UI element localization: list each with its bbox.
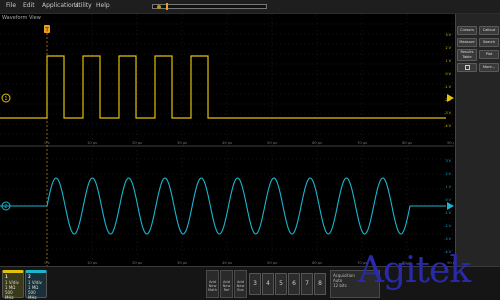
time-tick-label: 50 µs bbox=[267, 261, 277, 265]
scale-label: 2 V bbox=[445, 172, 451, 176]
time-tick-label: 10 µs bbox=[87, 141, 97, 145]
ch2-waveform bbox=[0, 177, 446, 235]
channel-3-button[interactable]: 3 bbox=[249, 273, 261, 295]
time-tick-label: 90 µs bbox=[447, 141, 454, 145]
time-axis-labels: 0 s0 s10 µs10 µs20 µs20 µs30 µs30 µs40 µ… bbox=[44, 141, 454, 265]
time-tick-label: 80 µs bbox=[402, 141, 412, 145]
channel-6-button[interactable]: 6 bbox=[288, 273, 300, 295]
time-tick-label: 60 µs bbox=[312, 261, 322, 265]
ch2-level-arrow bbox=[447, 202, 454, 210]
ch1-badge[interactable]: 1 1 V/div 1 MΩ 500 MHz bbox=[2, 270, 24, 300]
scale-label: 0 V bbox=[445, 72, 451, 76]
time-tick-label: 40 µs bbox=[222, 261, 232, 265]
time-tick-label: 60 µs bbox=[312, 141, 322, 145]
plot-button[interactable]: Plot bbox=[479, 50, 499, 59]
time-tick-label: 20 µs bbox=[132, 141, 142, 145]
time-tick-label: 30 µs bbox=[177, 261, 187, 265]
menu-file[interactable]: File bbox=[6, 2, 16, 9]
trigger-position-marker bbox=[166, 3, 168, 10]
scope-display: 0 s0 s10 µs10 µs20 µs20 µs30 µs30 µs40 µ… bbox=[0, 14, 454, 266]
callout-button[interactable]: Callout bbox=[479, 26, 499, 35]
graticule bbox=[0, 14, 454, 266]
time-tick-label: 20 µs bbox=[132, 261, 142, 265]
record-overview-bar[interactable] bbox=[152, 3, 267, 10]
results-table-button[interactable]: Results Table bbox=[457, 49, 477, 61]
scale-label: -3 V bbox=[444, 111, 451, 115]
scale-label: -4 V bbox=[444, 124, 451, 128]
scale-label: 1 V bbox=[445, 185, 451, 189]
channel-8-button[interactable]: 8 bbox=[314, 273, 326, 295]
svg-text:T: T bbox=[44, 28, 49, 34]
menu-bar: File Edit Applications Utility Help bbox=[0, 0, 500, 14]
svg-text:1: 1 bbox=[4, 96, 7, 102]
ch1-offset-icon: 1 bbox=[1, 93, 11, 103]
scale-label: 1 V bbox=[445, 59, 451, 63]
measure-button[interactable]: Measure bbox=[457, 38, 477, 47]
ch1-waveform bbox=[0, 55, 446, 119]
menu-edit[interactable]: Edit bbox=[23, 2, 35, 9]
add-ref-button[interactable]: Add New Ref bbox=[220, 270, 233, 298]
scale-label: 2 V bbox=[445, 46, 451, 50]
svg-text:2: 2 bbox=[4, 204, 7, 210]
scale-label: -1 V bbox=[444, 85, 451, 89]
agitek-watermark: Agitek bbox=[358, 250, 471, 291]
add-math-button[interactable]: Add New Math bbox=[206, 270, 219, 298]
ch2-badge[interactable]: 2 1 V/div 1 MΩ 500 MHz bbox=[25, 270, 47, 300]
time-tick-label: 40 µs bbox=[222, 141, 232, 145]
channel-7-button[interactable]: 7 bbox=[301, 273, 313, 295]
scale-label: -3 V bbox=[444, 237, 451, 241]
grid-icon bbox=[464, 65, 470, 70]
scale-label: -2 V bbox=[444, 224, 451, 228]
mask-button[interactable] bbox=[457, 63, 477, 72]
search-button[interactable]: Search bbox=[479, 38, 499, 47]
channel-4-button[interactable]: 4 bbox=[262, 273, 274, 295]
waveform-view[interactable]: Waveform View 0 s0 s 10 µs 10 µs 20 µs 20 µs… bbox=[0, 14, 454, 266]
time-tick-label: 10 µs bbox=[87, 261, 97, 265]
more-button[interactable]: More... bbox=[479, 63, 499, 72]
menu-utility[interactable]: Utility bbox=[74, 2, 92, 9]
cursors-button[interactable]: Cursors bbox=[457, 26, 477, 35]
time-tick-label: 30 µs bbox=[177, 141, 187, 145]
time-tick-label: 50 µs bbox=[267, 141, 277, 145]
trigger-marker-icon: T bbox=[44, 25, 50, 34]
menu-help[interactable]: Help bbox=[96, 2, 110, 9]
scale-label: 0 V bbox=[445, 198, 451, 202]
add-bus-button[interactable]: Add New Bus bbox=[234, 270, 247, 298]
scale-label: 3 V bbox=[445, 159, 451, 163]
channel-5-button[interactable]: 5 bbox=[275, 273, 287, 295]
time-tick-label: 70 µs bbox=[357, 141, 367, 145]
scale-label: 3 V bbox=[445, 33, 451, 37]
record-position-dot bbox=[157, 5, 161, 9]
scale-label: -1 V bbox=[444, 211, 451, 215]
